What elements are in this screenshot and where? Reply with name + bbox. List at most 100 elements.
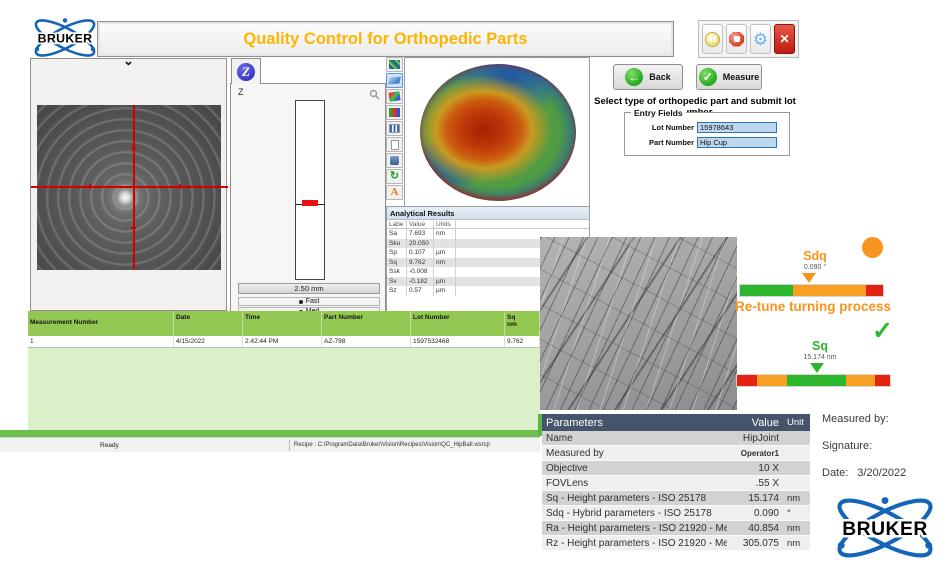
chevron-down-icon[interactable]: ⌄ xyxy=(123,53,134,69)
entry-fields-legend: Entry Fields xyxy=(631,108,686,118)
parameters-header-name: Parameters xyxy=(542,417,727,429)
heightmap-panel xyxy=(404,57,590,207)
bruker-logo-text: BRUKER xyxy=(38,32,93,46)
pause-button[interactable] xyxy=(702,24,723,54)
result-label: Sa xyxy=(387,229,407,239)
date-label: Date: xyxy=(822,467,848,479)
histogram-icon xyxy=(389,124,400,133)
result-units: nm xyxy=(434,229,456,239)
surface-map-button[interactable] xyxy=(386,57,403,72)
parameter-value: 305.075 xyxy=(727,538,784,549)
result-value: 7.693 xyxy=(407,229,434,239)
analysis-icon: A xyxy=(391,188,399,197)
close-button[interactable]: ✕ xyxy=(774,24,795,54)
crosshair-tick xyxy=(89,184,91,189)
measurement-table-row[interactable]: 14/15/20222:42:44 PMAZ-79815975324689.76… xyxy=(28,336,540,348)
pause-icon xyxy=(705,32,720,47)
result-label: Ssk xyxy=(387,267,407,277)
parameter-name: Objective xyxy=(542,463,727,474)
tab-z-axis[interactable]: Z xyxy=(231,58,261,84)
analysis-button[interactable]: A xyxy=(386,185,403,200)
stop-button[interactable] xyxy=(726,24,747,54)
refresh-button[interactable]: ↻ xyxy=(386,169,403,184)
parameter-row: FOVLens.55 X xyxy=(542,476,810,491)
parameter-name: FOVLens xyxy=(542,478,727,489)
crosshair-tick xyxy=(131,147,136,149)
measurement-column-header: Sqnm xyxy=(505,311,540,336)
sdq-bar-segment xyxy=(866,285,883,296)
magnifier-icon[interactable] xyxy=(369,87,380,105)
measurement-table-empty-area xyxy=(28,348,540,430)
sq-indicator-label: Sq xyxy=(775,339,865,353)
surface-texture-image xyxy=(540,237,737,410)
retune-message: Re-tune turning process xyxy=(723,299,903,314)
sdq-bar-segment xyxy=(740,285,793,296)
result-value: 0.107 xyxy=(407,248,434,258)
render-3d-button[interactable] xyxy=(386,89,403,104)
measured-by-label: Measured by: xyxy=(822,413,948,425)
measurement-cell: 4/15/2022 xyxy=(174,336,243,347)
z-speed-option-fast[interactable]: Fast xyxy=(238,297,380,306)
parameter-value: .55 X xyxy=(727,478,784,489)
histogram-button[interactable] xyxy=(386,121,403,136)
surface-map-icon xyxy=(389,60,400,69)
sdq-indicator-value: 0.090 ° xyxy=(770,264,860,271)
sdq-bar-segment xyxy=(793,285,866,296)
parameter-name: Ra - Height parameters - ISO 21920 - Mea… xyxy=(542,523,727,534)
parameter-name: Measured by xyxy=(542,448,727,459)
parameter-name: Sq - Height parameters - ISO 25178 xyxy=(542,493,727,504)
measure-button[interactable]: ✓ Measure xyxy=(696,64,762,90)
surface-heightmap-image xyxy=(420,64,576,201)
check-icon: ✓ xyxy=(699,68,717,86)
crosshair-horizontal xyxy=(31,186,228,188)
settings-button[interactable]: ⚙ xyxy=(750,24,771,54)
sdq-indicator-label: Sdq xyxy=(770,249,860,263)
tools-icon xyxy=(390,156,399,165)
result-label: Sv xyxy=(387,277,407,287)
measurement-column-header: Lot Number xyxy=(411,311,505,336)
sdq-range-bar xyxy=(740,285,883,296)
surface-3d-button[interactable] xyxy=(386,73,403,88)
status-separator xyxy=(289,440,290,451)
parameter-value: 40.854 xyxy=(727,523,784,534)
gear-icon: ⚙ xyxy=(753,31,768,48)
parameter-row: Rz - Height parameters - ISO 21920 - Mea… xyxy=(542,536,810,551)
bruker-logo-bottom: BRUKER xyxy=(824,496,946,560)
parameter-row: Sdq - Hybrid parameters - ISO 251780.090… xyxy=(542,506,810,521)
result-label: Sp xyxy=(387,248,407,258)
lot-number-field[interactable] xyxy=(697,122,777,133)
part-number-label: Part Number xyxy=(625,138,697,147)
measurement-cell: 1 xyxy=(28,336,174,347)
column-header-filler xyxy=(456,220,589,228)
parameter-value: 10 X xyxy=(727,463,784,474)
recipe-path: Recipe : C:\ProgramData\Bruker\Vision\Re… xyxy=(294,442,490,448)
z-slider-track[interactable] xyxy=(295,100,325,280)
colormap-button[interactable] xyxy=(386,105,403,120)
z-slider-handle[interactable] xyxy=(302,200,318,206)
report-button[interactable] xyxy=(386,137,403,152)
parameter-name: Rz - Height parameters - ISO 21920 - Mea… xyxy=(542,538,727,549)
date-line: Date:3/20/2022 xyxy=(822,467,948,479)
back-button[interactable]: ← Back xyxy=(613,64,683,90)
part-number-field[interactable] xyxy=(697,137,777,148)
result-units: µm xyxy=(434,248,456,258)
tools-button[interactable] xyxy=(386,153,403,168)
parameters-header-unit: Unit xyxy=(784,417,810,428)
window-controls: ⚙ ✕ xyxy=(698,20,799,58)
parameters-table-header: Parameters Value Unit xyxy=(542,414,810,431)
parameter-unit: nm xyxy=(784,493,810,504)
analytical-results-title: Analytical Results xyxy=(387,207,589,220)
analytical-results-header: Labe Value Units xyxy=(387,220,589,229)
pass-check-icon: ✓ xyxy=(872,316,893,346)
parameter-name: Name xyxy=(542,433,727,444)
sq-bar-segment xyxy=(846,375,875,386)
page-title: Quality Control for Orthopedic Parts xyxy=(97,21,674,57)
parameter-row: Objective10 X xyxy=(542,461,810,476)
parameter-value: HipJoint xyxy=(727,433,784,444)
sq-bar-segment xyxy=(875,375,890,386)
z-axis-body: Z 2.50 mm FastMedSlow xyxy=(230,83,386,321)
refresh-icon: ↻ xyxy=(390,172,399,181)
z-axis-icon: Z xyxy=(237,63,255,81)
result-label: Sq xyxy=(387,258,407,268)
sq-indicator-value: 15.174 nm xyxy=(775,354,865,361)
